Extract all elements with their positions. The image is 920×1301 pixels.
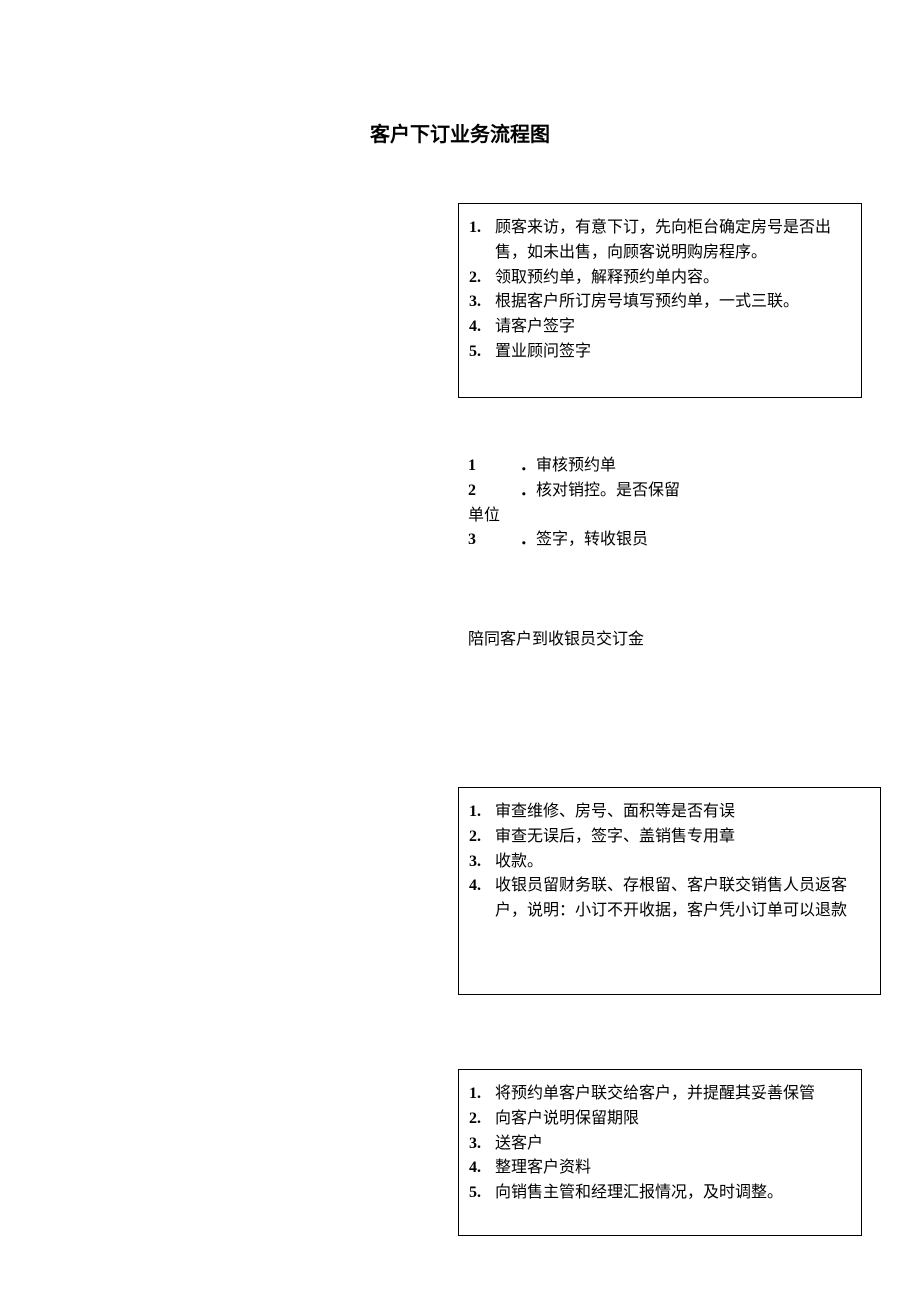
item-text: 单位 (468, 507, 500, 524)
item-text: 收银员留财务联、存根留、客户联交销售人员返客户，说明：小订不开收据，客户凭小订单… (495, 877, 847, 919)
list-item: 1.审查维修、房号、面积等是否有误 (489, 800, 870, 825)
step-2-list: 1．审核预约单 2．核对销控。是否保留 单位 3．签字，转收银员 (468, 454, 728, 553)
item-text: 整理客户资料 (495, 1159, 591, 1176)
list-item: 2.领取预约单，解释预约单内容。 (489, 266, 851, 291)
item-number: 3. (469, 290, 481, 315)
dot: ． (520, 531, 536, 548)
item-text: 置业顾问签字 (495, 343, 591, 360)
item-number: 2. (469, 266, 481, 291)
list-item: 5.置业顾问签字 (489, 340, 851, 365)
list-item: 2.向客户说明保留期限 (489, 1107, 851, 1132)
step-box-3: 1.审查维修、房号、面积等是否有误 2.审查无误后，签字、盖销售专用章 3.收款… (458, 787, 881, 995)
list-item: 1．审核预约单 (468, 454, 728, 479)
list-item: 3．签字，转收银员 (468, 528, 728, 553)
item-number: 1. (469, 1082, 481, 1107)
item-number: 1. (469, 216, 481, 241)
item-text: 审查无误后，签字、盖销售专用章 (495, 828, 735, 845)
list-item: 3.送客户 (489, 1132, 851, 1157)
item-text: 将预约单客户联交给客户，并提醒其妥善保管 (495, 1085, 815, 1102)
step-box-1: 1.顾客来访，有意下订，先向柜台确定房号是否出售，如未出售，向顾客说明购房程序。… (458, 203, 862, 398)
item-text: 收款。 (495, 853, 543, 870)
list-item: 2.审查无误后，签字、盖销售专用章 (489, 825, 870, 850)
item-number: 5. (469, 1181, 481, 1206)
list-item-wrap: 单位 (468, 504, 728, 529)
list-item: 1.顾客来访，有意下订，先向柜台确定房号是否出售，如未出售，向顾客说明购房程序。 (489, 216, 851, 266)
item-number: 2 (468, 479, 520, 504)
item-number: 1. (469, 800, 481, 825)
dot: ． (520, 482, 536, 499)
list-item: 3.收款。 (489, 850, 870, 875)
step-3-list: 1.审查维修、房号、面积等是否有误 2.审查无误后，签字、盖销售专用章 3.收款… (469, 800, 870, 924)
item-number: 1 (468, 454, 520, 479)
list-item: 4.收银员留财务联、存根留、客户联交销售人员返客户，说明：小订不开收据，客户凭小… (489, 874, 870, 924)
item-text: 审核预约单 (536, 457, 616, 474)
item-number: 2. (469, 825, 481, 850)
dot: ． (520, 457, 536, 474)
item-number: 3. (469, 850, 481, 875)
item-text: 向销售主管和经理汇报情况，及时调整。 (495, 1184, 783, 1201)
page-title: 客户下订业务流程图 (0, 118, 920, 147)
item-number: 4. (469, 874, 481, 899)
item-number: 4. (469, 1156, 481, 1181)
item-number: 4. (469, 315, 481, 340)
escort-text: 陪同客户到收银员交订金 (468, 625, 728, 649)
item-text: 请客户签字 (495, 318, 575, 335)
item-text: 核对销控。是否保留 (536, 482, 680, 499)
item-text: 送客户 (495, 1135, 543, 1152)
list-item: 1.将预约单客户联交给客户，并提醒其妥善保管 (489, 1082, 851, 1107)
step-box-4: 1.将预约单客户联交给客户，并提醒其妥善保管 2.向客户说明保留期限 3.送客户… (458, 1069, 862, 1236)
item-text: 根据客户所订房号填写预约单，一式三联。 (495, 293, 799, 310)
item-number: 3. (469, 1132, 481, 1157)
item-text: 签字，转收银员 (536, 531, 648, 548)
list-item: 4.请客户签字 (489, 315, 851, 340)
step-4-list: 1.将预约单客户联交给客户，并提醒其妥善保管 2.向客户说明保留期限 3.送客户… (469, 1082, 851, 1206)
list-item: 4.整理客户资料 (489, 1156, 851, 1181)
item-text: 领取预约单，解释预约单内容。 (495, 269, 719, 286)
item-number: 3 (468, 528, 520, 553)
item-text: 顾客来访，有意下订，先向柜台确定房号是否出售，如未出售，向顾客说明购房程序。 (495, 219, 831, 261)
list-item: 2．核对销控。是否保留 (468, 479, 728, 504)
step-1-list: 1.顾客来访，有意下订，先向柜台确定房号是否出售，如未出售，向顾客说明购房程序。… (469, 216, 851, 365)
item-number: 2. (469, 1107, 481, 1132)
list-item: 5.向销售主管和经理汇报情况，及时调整。 (489, 1181, 851, 1206)
item-text: 向客户说明保留期限 (495, 1110, 639, 1127)
item-text: 审查维修、房号、面积等是否有误 (495, 803, 735, 820)
list-item: 3.根据客户所订房号填写预约单，一式三联。 (489, 290, 851, 315)
item-number: 5. (469, 340, 481, 365)
